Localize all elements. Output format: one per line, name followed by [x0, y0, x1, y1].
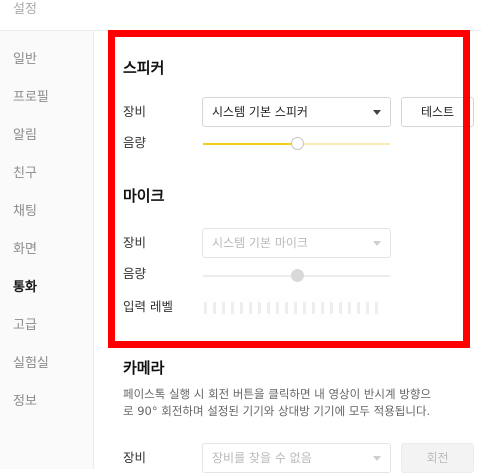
level-bar	[204, 302, 207, 314]
level-bar	[258, 302, 261, 314]
mic-section-title: 마이크	[123, 187, 165, 205]
mic-volume-label: 음량	[123, 266, 147, 281]
level-bar	[366, 302, 369, 314]
sidebar-item-labs[interactable]: 실험실	[13, 355, 49, 373]
sidebar-item-advanced[interactable]: 고급	[13, 317, 37, 335]
camera-device-placeholder: 장비를 찾을 수 없음	[212, 451, 312, 465]
mic-volume-slider[interactable]	[203, 269, 390, 283]
chevron-down-icon	[373, 241, 381, 246]
level-bar	[348, 302, 351, 314]
sidebar-item-chat[interactable]: 채팅	[13, 203, 37, 221]
speaker-test-button[interactable]: 테스트	[401, 97, 474, 127]
level-bar	[276, 302, 279, 314]
window-title: 설정	[13, 2, 37, 17]
mic-input-level-label: 입력 레벨	[123, 299, 173, 314]
level-bar	[285, 302, 288, 314]
level-bar	[267, 302, 270, 314]
slider-handle[interactable]	[290, 269, 304, 282]
level-bar	[222, 302, 225, 314]
slider-fill	[203, 143, 297, 145]
speaker-device-value: 시스템 기본 스피커	[212, 105, 308, 119]
content-top-divider	[94, 30, 481, 31]
level-bar	[321, 302, 324, 314]
mic-device-label: 장비	[123, 235, 147, 250]
sidebar: 일반 프로필 알림 친구 채팅 화면 통화 고급 실험실 정보	[0, 30, 94, 469]
level-bar	[339, 302, 342, 314]
sidebar-item-general[interactable]: 일반	[13, 51, 37, 69]
level-bar	[294, 302, 297, 314]
level-bar	[312, 302, 315, 314]
mic-device-value: 시스템 기본 마이크	[212, 236, 308, 250]
mic-input-level-meter	[204, 302, 378, 314]
level-bar	[330, 302, 333, 314]
speaker-section-title: 스피커	[123, 59, 165, 77]
sidebar-item-display[interactable]: 화면	[13, 241, 37, 259]
sidebar-item-profile[interactable]: 프로필	[13, 89, 49, 107]
chevron-down-icon	[373, 110, 381, 115]
sidebar-item-notifications[interactable]: 알림	[13, 127, 37, 145]
sidebar-item-friends[interactable]: 친구	[13, 165, 37, 183]
camera-section-title: 카메라	[123, 359, 165, 377]
camera-device-label: 장비	[123, 450, 147, 465]
sidebar-item-call[interactable]: 통화	[13, 279, 37, 297]
level-bar	[213, 302, 216, 314]
level-bar	[375, 302, 378, 314]
level-bar	[231, 302, 234, 314]
speaker-device-select[interactable]: 시스템 기본 스피커	[202, 97, 391, 127]
speaker-volume-slider[interactable]	[203, 137, 390, 151]
chevron-down-icon	[373, 456, 381, 461]
speaker-volume-label: 음량	[123, 135, 147, 150]
mic-device-select[interactable]: 시스템 기본 마이크	[202, 228, 391, 258]
level-bar	[240, 302, 243, 314]
slider-handle[interactable]	[290, 137, 304, 150]
level-bar	[357, 302, 360, 314]
slider-fill	[203, 275, 297, 277]
speaker-device-label: 장비	[123, 104, 147, 119]
camera-description-line2: 로 90° 회전하며 설정된 기기와 상대방 기기에 모두 적용됩니다.	[123, 404, 431, 418]
level-bar	[249, 302, 252, 314]
camera-description-line1: 페이스톡 실행 시 회전 버튼을 클릭하면 내 영상이 반시계 방향으	[123, 387, 431, 401]
sidebar-item-info[interactable]: 정보	[13, 393, 37, 411]
level-bar	[303, 302, 306, 314]
